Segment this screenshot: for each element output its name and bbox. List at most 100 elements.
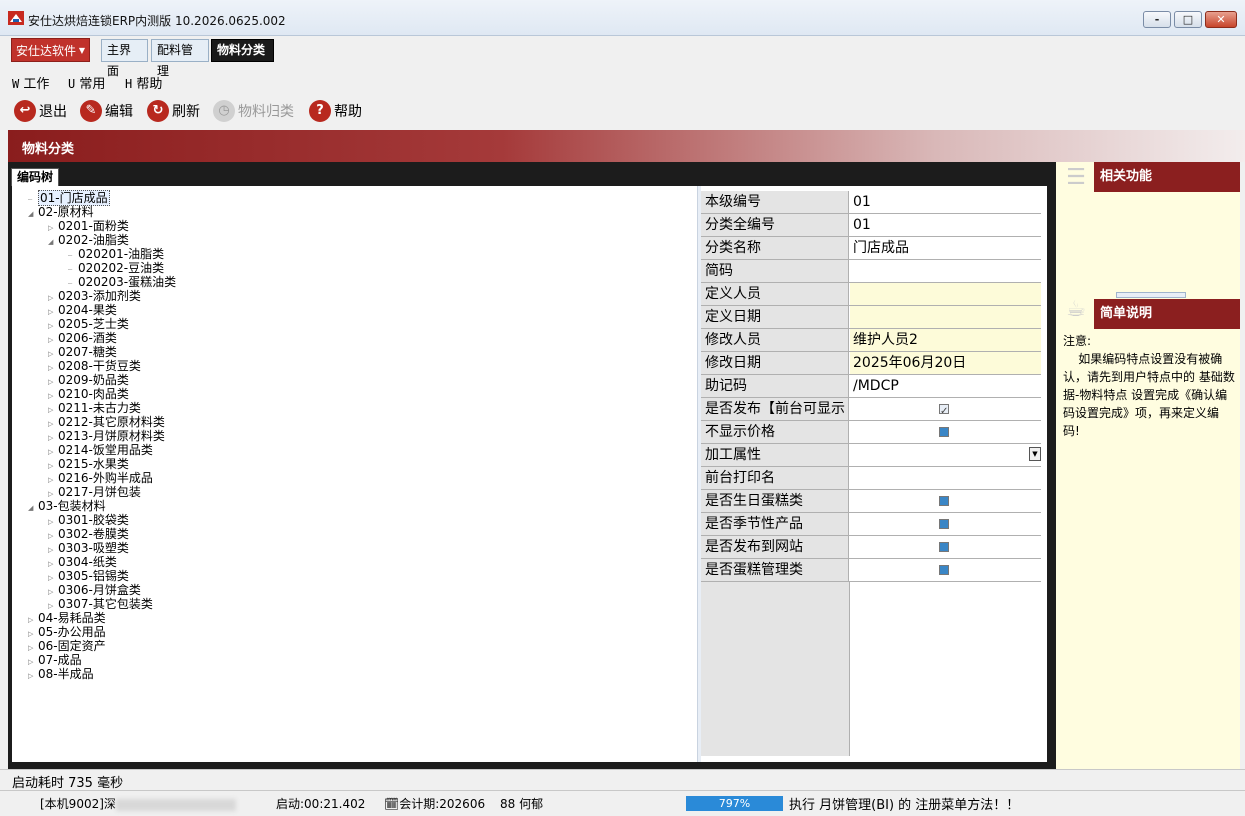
chevron-down-icon: ▼ bbox=[78, 46, 85, 55]
checkbox[interactable] bbox=[939, 496, 949, 506]
tree-node[interactable]: ▷ 08-半成品 bbox=[28, 668, 94, 683]
expander-icon[interactable]: ◢ bbox=[48, 236, 58, 249]
exit-button[interactable]: ↩ 退出 bbox=[14, 98, 67, 124]
uptime: 启动:00:21.402 bbox=[276, 797, 366, 811]
property-value[interactable] bbox=[850, 306, 1041, 328]
minimize-icon: - bbox=[1154, 13, 1160, 26]
related-functions-header[interactable]: 相关功能 bbox=[1094, 162, 1240, 192]
tree-node-label: 03-包装材料 bbox=[38, 499, 106, 513]
property-row: 是否发布【前台可显示 bbox=[701, 398, 1041, 421]
tree-node-label: 020202-豆油类 bbox=[78, 261, 165, 275]
property-value[interactable] bbox=[850, 283, 1041, 305]
toolbar: ↩ 退出 ✎ 编辑 ↻ 刷新 ◷ 物料归类 ? 帮助 bbox=[0, 94, 1245, 128]
property-label: 修改人员 bbox=[701, 329, 849, 351]
categorize-button[interactable]: ◷ 物料归类 bbox=[213, 98, 294, 124]
exit-icon: ↩ bbox=[14, 100, 36, 122]
checkbox[interactable] bbox=[939, 427, 949, 437]
property-label: 本级编号 bbox=[701, 191, 849, 213]
property-value[interactable] bbox=[850, 559, 1041, 581]
property-value[interactable] bbox=[850, 260, 1041, 282]
property-value[interactable] bbox=[850, 536, 1041, 558]
property-label: 定义人员 bbox=[701, 283, 849, 305]
tree-node-label: 0302-卷膜类 bbox=[58, 527, 129, 541]
checkbox[interactable] bbox=[939, 401, 949, 420]
menu-help[interactable]: H 帮助 bbox=[125, 73, 162, 92]
property-value[interactable] bbox=[850, 513, 1041, 535]
tree-node-label: 04-易耗品类 bbox=[38, 611, 106, 625]
edit-button[interactable]: ✎ 编辑 bbox=[80, 98, 133, 124]
cup-icon: ☕ bbox=[1066, 297, 1086, 322]
brand-menu-button[interactable]: 安仕达软件 ▼ bbox=[11, 38, 90, 62]
checkbox[interactable] bbox=[939, 519, 949, 529]
property-row: 是否季节性产品 bbox=[701, 513, 1041, 536]
progress-bar: 797% bbox=[686, 796, 783, 811]
property-value[interactable]: 维护人员2 bbox=[850, 329, 1041, 351]
property-row: 定义人员 bbox=[701, 283, 1041, 306]
expander-icon[interactable]: ◢ bbox=[28, 502, 38, 515]
property-value[interactable]: 门店成品 bbox=[850, 237, 1041, 259]
tab-material-category[interactable]: 物料分类 bbox=[211, 39, 274, 62]
property-value[interactable] bbox=[850, 398, 1041, 420]
property-value[interactable]: /MDCP bbox=[850, 375, 1041, 397]
checkbox[interactable] bbox=[939, 565, 949, 575]
help-button[interactable]: ? 帮助 bbox=[309, 98, 362, 124]
tree-node-label: 06-固定资产 bbox=[38, 639, 106, 653]
tree-node-label: 0208-干货豆类 bbox=[58, 359, 141, 373]
tab-ingredient-management[interactable]: 配料管理 bbox=[151, 39, 209, 78]
tree-node-label: 0217-月饼包装 bbox=[58, 485, 141, 499]
property-label: 不显示价格 bbox=[701, 421, 849, 443]
tree-node-label: 05-办公用品 bbox=[38, 625, 106, 639]
property-grid: 本级编号 01 分类全编号 01 分类名称 门店成品 简码 定义人员 定义日期 修改人员 维护人员2… bbox=[701, 186, 1047, 762]
property-row: 修改人员 维护人员2 bbox=[701, 329, 1041, 352]
expander-icon[interactable]: ◢ bbox=[28, 208, 38, 221]
categorize-label: 物料归类 bbox=[238, 104, 294, 120]
title-bar: 安仕达烘焙连锁ERP内测版 10.2026.0625.002 - □ ✕ bbox=[0, 0, 1245, 36]
tree-node-label: 0306-月饼盒类 bbox=[58, 583, 141, 597]
property-value[interactable] bbox=[850, 490, 1041, 512]
tab-code-tree[interactable]: 编码树 bbox=[11, 168, 59, 186]
property-label: 修改日期 bbox=[701, 352, 849, 374]
code-tree[interactable]: ┈ 01-门店成品 ◢ 02-原材料 ▷ 0201-面粉类 ◢ 0202-油脂类 ┈ 020201… bbox=[12, 186, 697, 762]
minimize-button[interactable]: - bbox=[1143, 11, 1171, 28]
tree-node-label: 08-半成品 bbox=[38, 667, 94, 681]
tree-node-label: 0212-其它原材料类 bbox=[58, 415, 165, 429]
property-label: 是否蛋糕管理类 bbox=[701, 559, 849, 581]
refresh-button[interactable]: ↻ 刷新 bbox=[147, 98, 200, 124]
property-value[interactable]: 01 bbox=[850, 214, 1041, 236]
property-value[interactable]: ▼ bbox=[850, 444, 1041, 466]
panel-splitter[interactable] bbox=[1116, 292, 1186, 298]
menu-work[interactable]: W 工作 bbox=[12, 73, 49, 92]
tree-node-label: 0214-饭堂用品类 bbox=[58, 443, 153, 457]
tab-main[interactable]: 主界面 bbox=[101, 39, 148, 78]
property-row: 加工属性 ▼ bbox=[701, 444, 1041, 467]
property-value[interactable] bbox=[850, 421, 1041, 443]
expander-icon[interactable]: ▷ bbox=[28, 670, 38, 683]
maximize-icon: □ bbox=[1182, 13, 1194, 26]
status-bar-bottom: [本机9002]深 启动:00:21.402 🗓会计期:202606 88 何郁… bbox=[0, 790, 1245, 814]
property-row: 是否生日蛋糕类 bbox=[701, 490, 1041, 513]
menu-common[interactable]: U 常用 bbox=[68, 73, 105, 92]
property-label: 是否生日蛋糕类 bbox=[701, 490, 849, 512]
property-label: 分类全编号 bbox=[701, 214, 849, 236]
chevron-down-icon[interactable]: ▼ bbox=[1029, 447, 1041, 461]
tree-node-label: 0204-果类 bbox=[58, 303, 117, 317]
note-header[interactable]: 简单说明 bbox=[1094, 299, 1240, 329]
property-label: 是否发布【前台可显示 bbox=[701, 398, 849, 420]
tree-node-label: 0203-添加剂类 bbox=[58, 289, 141, 303]
tree-node-label: 0205-芝士类 bbox=[58, 317, 129, 331]
tree-node-label: 0305-铝锡类 bbox=[58, 569, 129, 583]
property-value[interactable]: 01 bbox=[850, 191, 1041, 213]
brand-label: 安仕达软件 bbox=[16, 44, 77, 58]
property-value[interactable] bbox=[850, 467, 1041, 489]
maximize-button[interactable]: □ bbox=[1174, 11, 1202, 28]
app-logo-icon bbox=[8, 11, 24, 25]
close-button[interactable]: ✕ bbox=[1205, 11, 1237, 28]
tree-node-label: 0209-奶品类 bbox=[58, 373, 129, 387]
tree-node-label: 0301-胶袋类 bbox=[58, 513, 129, 527]
tree-node-label: 0210-肉品类 bbox=[58, 387, 129, 401]
checkbox[interactable] bbox=[939, 542, 949, 552]
help-icon: ? bbox=[309, 100, 331, 122]
accounting-period: 🗓会计期:202606 bbox=[384, 797, 486, 811]
property-row: 助记码/MDCP bbox=[701, 375, 1041, 398]
property-value[interactable]: 2025年06月20日 bbox=[850, 352, 1041, 374]
